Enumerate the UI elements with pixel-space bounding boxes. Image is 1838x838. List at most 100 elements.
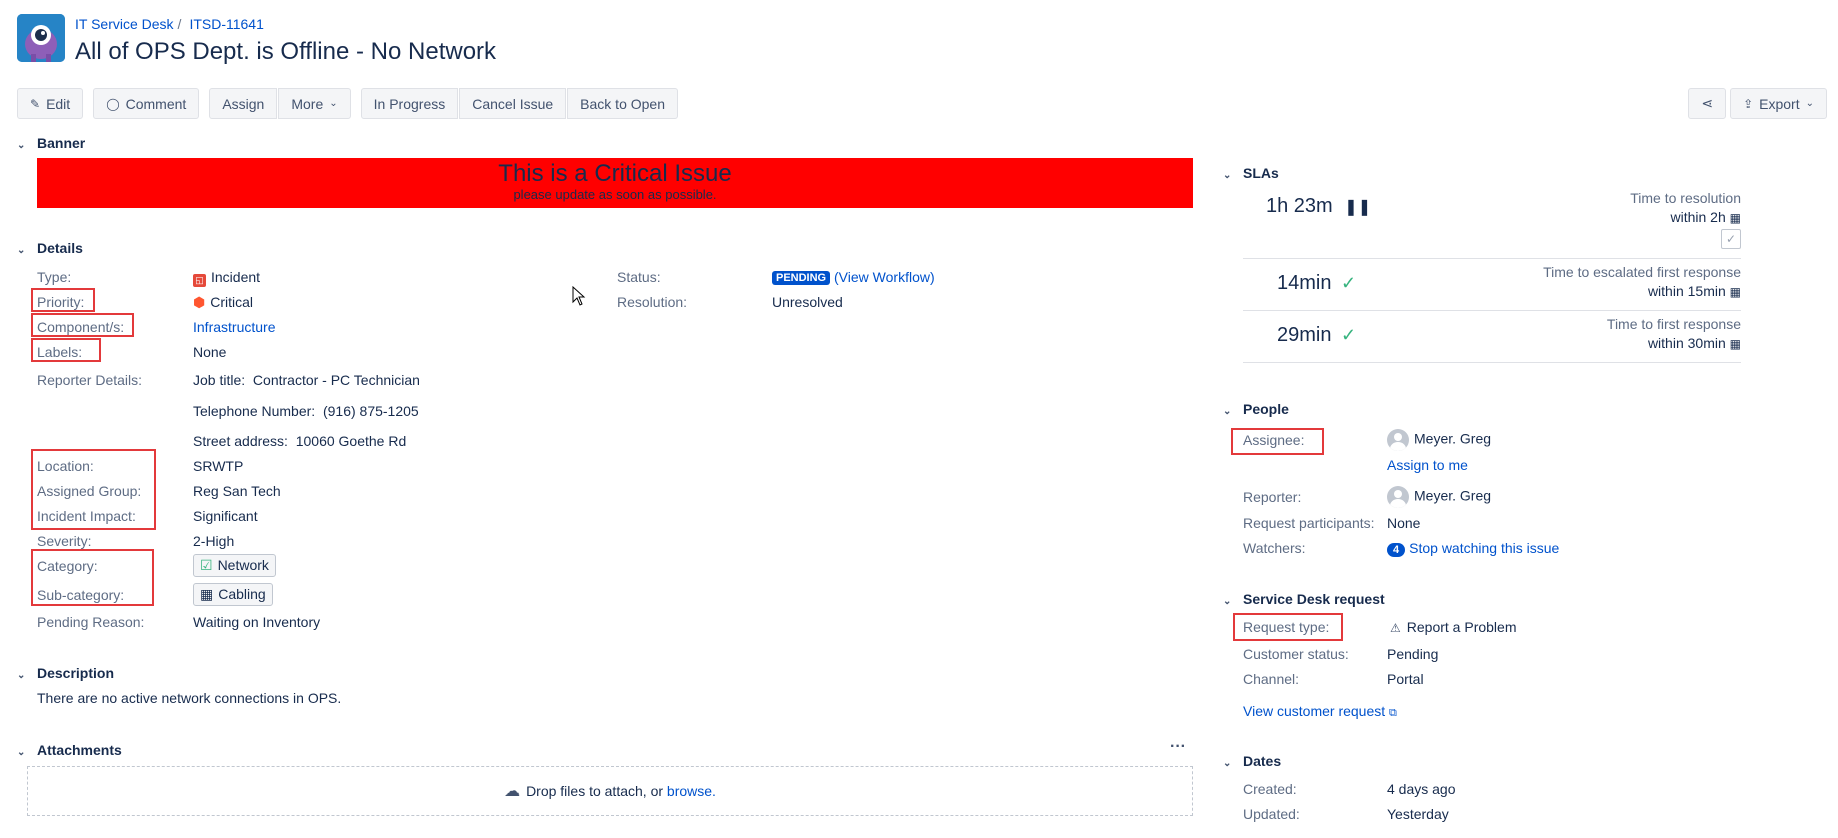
chevron-down-icon: ⌄ <box>1223 170 1232 181</box>
attachments-section-toggle[interactable]: ⌄ Attachments <box>17 742 122 758</box>
watchers-count-badge[interactable]: 4 <box>1387 543 1406 557</box>
sla-goal-row: within 30min ▦ <box>1607 335 1741 351</box>
comment-button[interactable]: ◯ Comment <box>93 88 200 119</box>
assign-more-group: Assign More ⌄ <box>209 88 351 119</box>
chevron-down-icon: ⌄ <box>17 245 26 256</box>
edit-button[interactable]: ✎ Edit <box>17 88 84 119</box>
checkbox-icon: ☑ <box>200 557 213 573</box>
component-infrastructure-link[interactable]: Infrastructure <box>193 319 275 335</box>
critical-banner: This is a Critical Issue please update a… <box>37 158 1193 208</box>
banner-main-text: This is a Critical Issue <box>498 160 732 187</box>
project-avatar[interactable] <box>17 14 65 62</box>
telephone-key: Telephone Number: <box>193 403 316 419</box>
attachments-more-icon[interactable]: ··· <box>1170 738 1186 756</box>
breadcrumb-issue-key-link[interactable]: ITSD-11641 <box>189 16 263 32</box>
subcategory-tag[interactable]: ▦ Cabling <box>193 583 273 606</box>
cancel-issue-button[interactable]: Cancel Issue <box>459 88 567 119</box>
mouse-cursor-icon <box>572 286 586 306</box>
sla-goal-text: within 2h <box>1670 209 1726 225</box>
chevron-down-icon: ⌄ <box>329 98 338 109</box>
sla-goal-row: within 2h ▦ <box>1630 209 1742 225</box>
sla-goal-row: within 15min ▦ <box>1543 283 1741 299</box>
sla-time-remaining: 29min ✓ <box>1277 324 1356 347</box>
share-export-group: ⋖ ⇪ Export ⌄ <box>1688 88 1827 119</box>
dates-heading: Dates <box>1243 753 1282 769</box>
assign-to-me-link[interactable]: Assign to me <box>1387 457 1468 473</box>
sla-target: Time to escalated first response within … <box>1543 264 1741 299</box>
assign-button[interactable]: Assign <box>209 88 278 119</box>
pause-icon: ❚❚ <box>1344 199 1372 216</box>
drop-text: Drop files to attach, or <box>526 783 664 799</box>
street-key: Street address: <box>193 433 288 449</box>
chevron-down-icon: ⌄ <box>17 670 26 681</box>
priority-value: ⬢ Critical <box>193 294 253 311</box>
category-tag[interactable]: ☑ Network <box>193 554 276 577</box>
pending-reason-label: Pending Reason: <box>37 614 145 630</box>
incident-icon: ◱ <box>193 274 206 287</box>
sla-time-text: 1h 23m <box>1266 195 1333 217</box>
service-desk-section-toggle[interactable]: ⌄ Service Desk request <box>1223 591 1385 607</box>
view-workflow-link[interactable]: (View Workflow) <box>834 269 935 285</box>
job-title-key: Job title: <box>193 372 246 388</box>
view-customer-request-text: View customer request <box>1243 703 1386 719</box>
issue-title[interactable]: All of OPS Dept. is Offline - No Network <box>75 38 496 66</box>
more-button[interactable]: More ⌄ <box>278 88 351 119</box>
export-icon: ⇪ <box>1743 96 1754 111</box>
workflow-group: In Progress Cancel Issue Back to Open <box>360 88 678 119</box>
browse-link[interactable]: browse. <box>667 783 716 799</box>
updated-value: Yesterday <box>1387 806 1449 822</box>
chevron-down-icon: ⌄ <box>1805 98 1814 109</box>
assignee-value[interactable]: Meyer. Greg <box>1387 429 1491 451</box>
banner-section-toggle[interactable]: ⌄ Banner <box>17 135 85 151</box>
people-heading: People <box>1243 401 1289 417</box>
assignee-highlight-box <box>1231 428 1324 455</box>
details-section-toggle[interactable]: ⌄ Details <box>17 240 83 256</box>
category-highlight-box <box>31 549 154 606</box>
description-section-toggle[interactable]: ⌄ Description <box>17 665 114 681</box>
sla-goal-text: within 30min <box>1647 335 1726 351</box>
sla-time-remaining: 1h 23m ❚❚ <box>1266 195 1371 218</box>
stop-watching-link[interactable]: Stop watching this issue <box>1409 540 1559 556</box>
external-link-icon: ⧉ <box>1389 707 1397 719</box>
type-text: Incident <box>211 269 261 285</box>
assignee-name: Meyer. Greg <box>1414 430 1492 447</box>
monster-logo-icon <box>17 14 65 62</box>
back-to-open-button[interactable]: Back to Open <box>567 88 678 119</box>
telephone-value: (916) 875-1205 <box>322 403 419 419</box>
edit-label: Edit <box>46 95 71 112</box>
in-progress-button[interactable]: In Progress <box>360 88 459 119</box>
people-section-toggle[interactable]: ⌄ People <box>1223 401 1289 417</box>
subcategory-text: Cabling <box>218 586 266 602</box>
reporter-value[interactable]: Meyer. Greg <box>1387 486 1491 508</box>
breadcrumb: IT Service Desk / ITSD-11641 <box>75 16 264 32</box>
assigned-group-value: Reg San Tech <box>193 483 281 499</box>
sla-check-box[interactable]: ✓ <box>1721 229 1741 249</box>
share-button[interactable]: ⋖ <box>1688 88 1727 119</box>
labels-highlight-box <box>31 338 101 362</box>
location-value: SRWTP <box>193 458 244 474</box>
created-value: 4 days ago <box>1387 781 1456 797</box>
check-icon: ✓ <box>1341 273 1357 293</box>
watchers-value: 4 Stop watching this issue <box>1387 540 1559 557</box>
comment-group: ◯ Comment <box>93 88 200 119</box>
chevron-down-icon: ⌄ <box>17 140 26 151</box>
chevron-down-icon: ⌄ <box>1223 596 1232 607</box>
created-label: Created: <box>1243 781 1297 797</box>
labels-value: None <box>193 344 227 360</box>
resolution-value: Unresolved <box>772 294 843 310</box>
sla-time-text: 29min <box>1277 324 1332 346</box>
view-customer-request-link[interactable]: View customer request ⧉ <box>1243 703 1397 720</box>
pencil-icon: ✎ <box>30 96 41 111</box>
attachment-dropzone[interactable]: ☁ Drop files to attach, or browse. <box>27 766 1193 816</box>
slas-section-toggle[interactable]: ⌄ SLAs <box>1223 165 1279 181</box>
export-button[interactable]: ⇪ Export ⌄ <box>1730 88 1827 119</box>
sla-row-first-response: 29min ✓ Time to first response within 30… <box>1243 310 1741 363</box>
request-type-highlight-box <box>1233 613 1343 641</box>
subcategory-value: ▦ Cabling <box>193 583 273 606</box>
dates-section-toggle[interactable]: ⌄ Dates <box>1223 753 1281 769</box>
description-text[interactable]: There are no active network connections … <box>37 690 341 706</box>
banner-heading: Banner <box>37 135 86 151</box>
customer-status-value: Pending <box>1387 646 1439 662</box>
customer-status-label: Customer status: <box>1243 646 1349 662</box>
breadcrumb-project-link[interactable]: IT Service Desk <box>75 16 174 32</box>
